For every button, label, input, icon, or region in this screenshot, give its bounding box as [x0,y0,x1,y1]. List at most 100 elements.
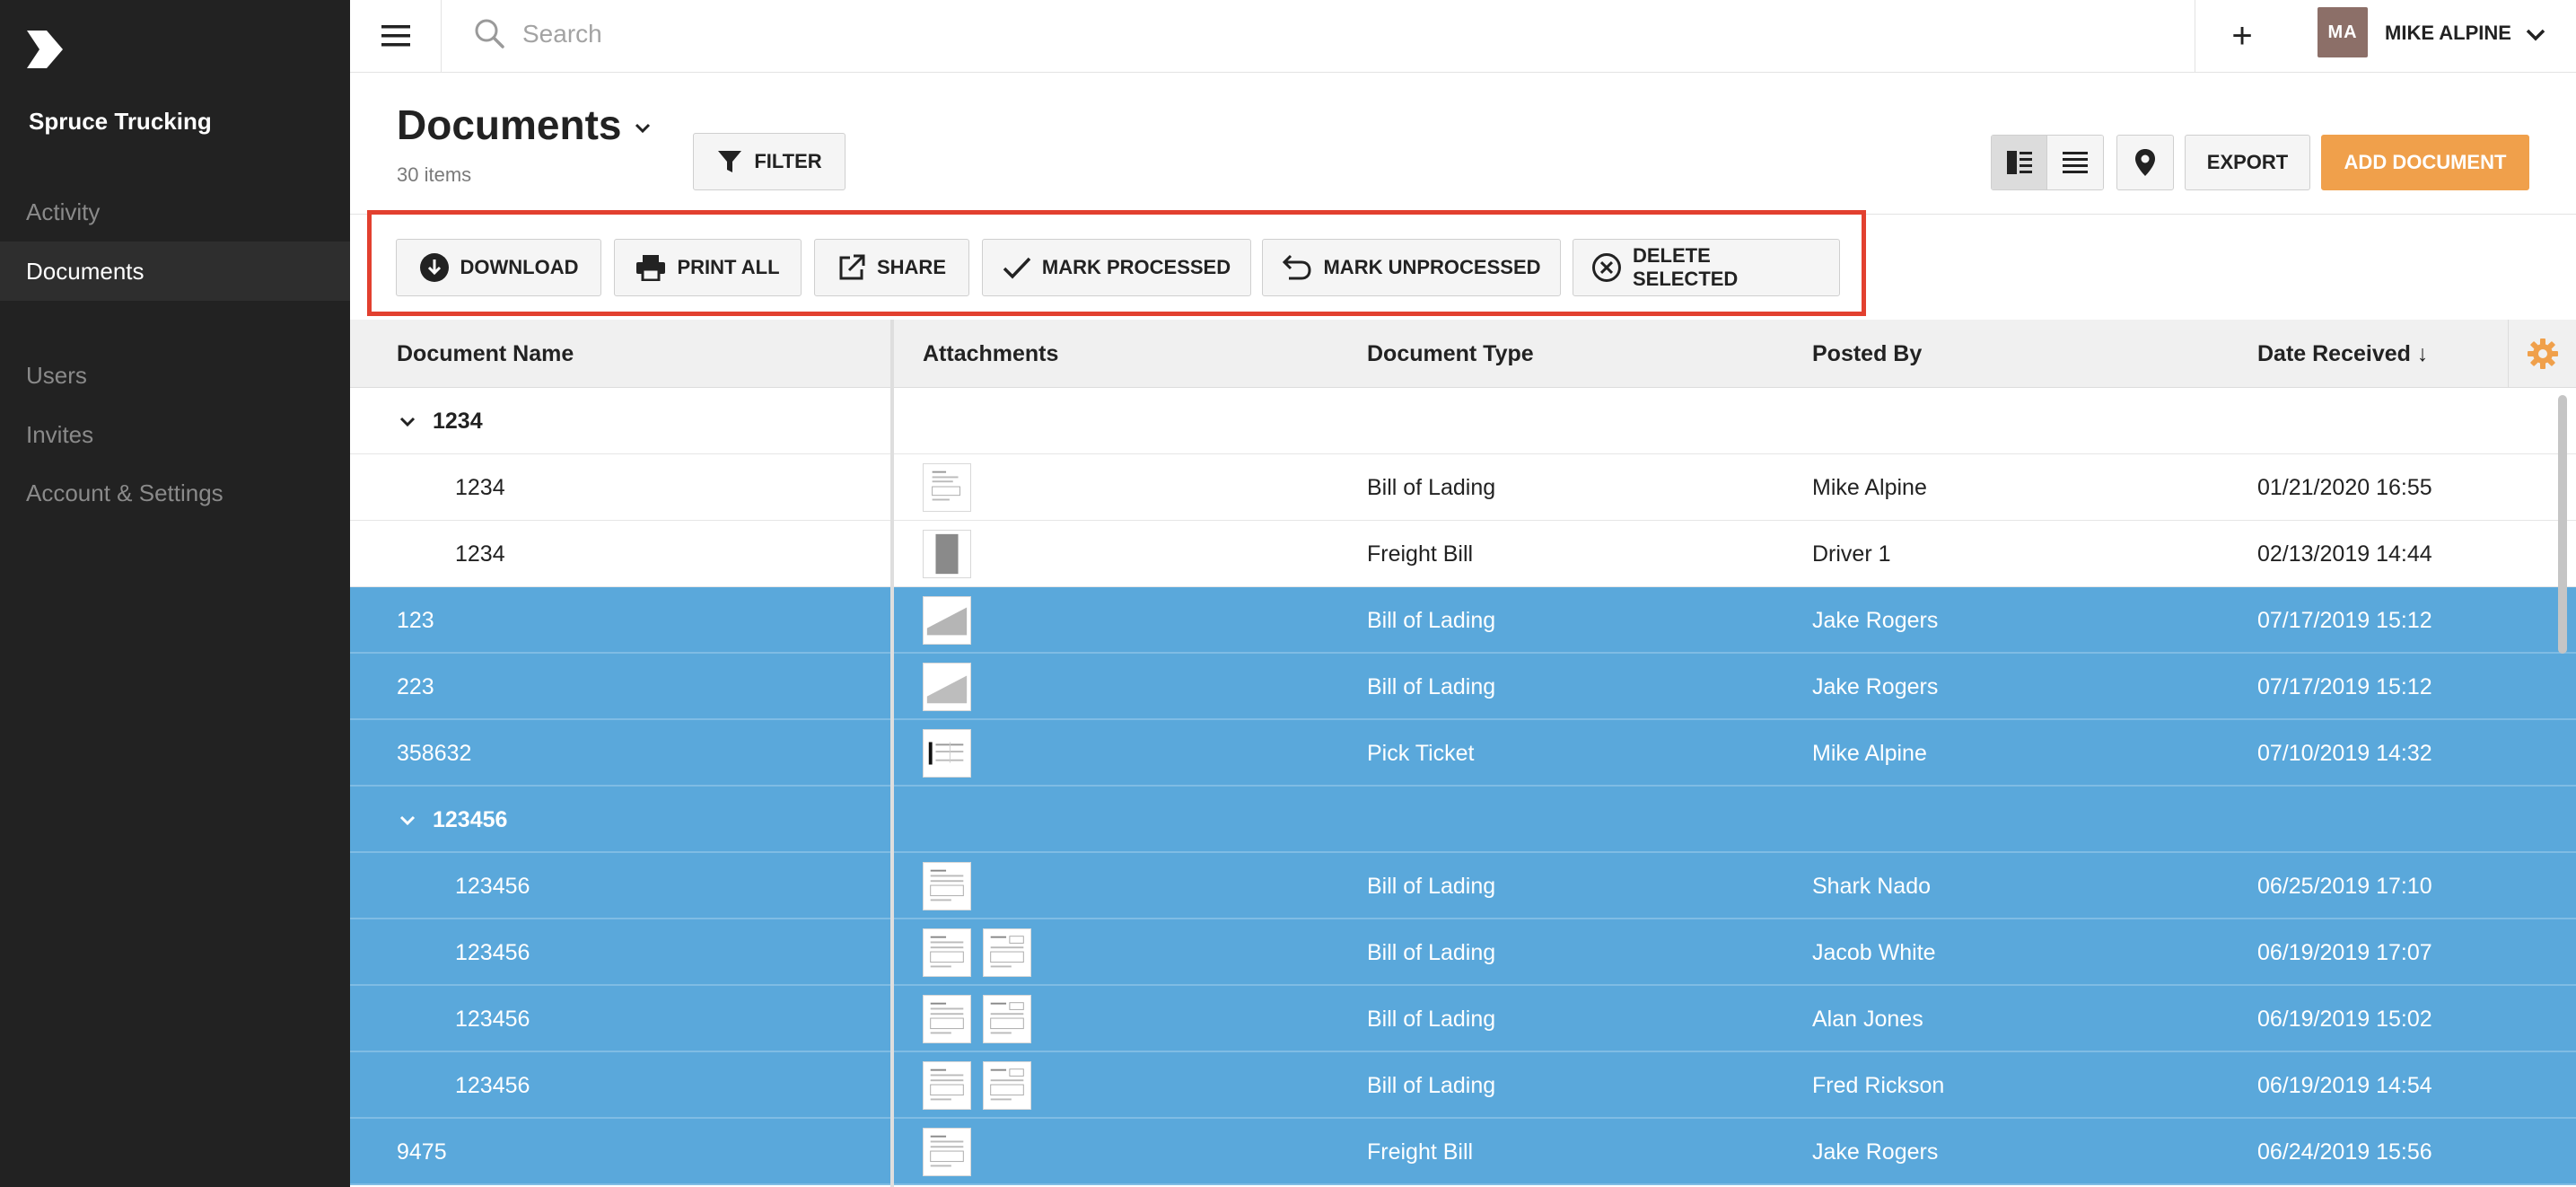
delete-selected-label: DELETE SELECTED [1632,244,1739,290]
document-name: 123456 [455,1007,530,1032]
group-row[interactable]: 1234 [350,388,2576,454]
print-all-button[interactable]: PRINT ALL [614,239,802,296]
sidebar-item-invites[interactable]: Invites [0,405,350,464]
print-all-label: PRINT ALL [677,256,780,278]
date-received: 07/10/2019 14:32 [2257,741,2432,766]
table-row[interactable]: 1234 Bill of Lading Mike Alpine 01/21/20… [350,454,2576,521]
gear-icon[interactable] [2508,320,2576,388]
mark-unprocessed-button[interactable]: MARK UNPROCESSED [1262,239,1561,296]
attachment-thumbnail[interactable] [923,663,971,711]
attachment-thumbnail[interactable] [923,530,971,578]
attachment-thumbnail[interactable] [983,1061,1031,1110]
date-received: 06/25/2019 17:10 [2257,874,2432,899]
table-row[interactable]: 223 Bill of Lading Jake Rogers 07/17/201… [350,654,2576,720]
posted-by: Fred Rickson [1812,1073,1945,1098]
posted-by: Mike Alpine [1812,741,1927,766]
page-title[interactable]: Documents [397,101,621,149]
mark-processed-button[interactable]: MARK PROCESSED [982,239,1251,296]
undo-icon [1283,254,1311,280]
table-header: Document Name Attachments Document Type … [350,320,2576,388]
posted-by: Jake Rogers [1812,608,1939,633]
table-row[interactable]: 123456 Bill of Lading Alan Jones 06/19/2… [350,986,2576,1052]
attachment-thumbnail[interactable] [923,596,971,645]
group-name: 1234 [433,409,483,434]
date-received: 07/17/2019 15:12 [2257,674,2432,699]
date-received: 06/19/2019 14:54 [2257,1073,2432,1098]
column-header-date-received[interactable]: Date Received ↓ [2257,320,2428,388]
menu-icon[interactable] [350,0,442,72]
posted-by: Shark Nado [1812,874,1932,899]
chevron-down-icon[interactable] [2524,23,2547,47]
posted-by: Jacob White [1812,940,1936,965]
column-header-attachments[interactable]: Attachments [923,320,1058,388]
sidebar-item-account-settings[interactable]: Account & Settings [0,463,350,523]
sidebar-item-users[interactable]: Users [0,346,350,405]
document-name: 1234 [455,475,505,500]
date-received: 02/13/2019 14:44 [2257,541,2432,567]
column-header-document-name[interactable]: Document Name [397,320,574,388]
attachment-thumbnail[interactable] [923,729,971,778]
table-row[interactable]: 9475 Freight Bill Jake Rogers 06/24/2019… [350,1119,2576,1185]
sidebar: Spruce Trucking Activity Documents Users… [0,0,350,1187]
attachment-thumbnail[interactable] [923,862,971,910]
export-button[interactable]: EXPORT [2185,135,2310,190]
user-name[interactable]: MIKE ALPINE [2385,22,2511,45]
table-row[interactable]: 123456 Bill of Lading Shark Nado 06/25/2… [350,853,2576,919]
app-logo-icon[interactable] [23,27,66,72]
item-count: 30 items [397,163,472,186]
share-label: SHARE [876,256,946,278]
delete-selected-button[interactable]: DELETE SELECTED [1573,239,1840,296]
chevron-down-icon[interactable] [399,812,416,830]
table-row[interactable]: 1234 Freight Bill Driver 1 02/13/2019 14… [350,521,2576,587]
list-view-icon[interactable] [2047,136,2103,189]
split-view-icon[interactable] [1992,136,2048,189]
document-type: Bill of Lading [1367,608,1496,633]
document-name: 223 [397,674,434,699]
column-header-document-type[interactable]: Document Type [1367,320,1534,388]
attachment-thumbnail[interactable] [923,1128,971,1176]
column-resize-handle[interactable] [890,320,894,1187]
download-icon [419,253,449,282]
document-type: Bill of Lading [1367,874,1496,899]
printer-icon [636,255,666,281]
mark-unprocessed-label: MARK UNPROCESSED [1323,256,1541,278]
column-header-posted-by[interactable]: Posted By [1812,320,1922,388]
mark-processed-label: MARK PROCESSED [1041,256,1231,278]
close-circle-icon [1591,253,1621,282]
filter-button[interactable]: FILTER [693,133,846,190]
add-icon[interactable]: + [2217,11,2267,61]
attachment-thumbnail[interactable] [923,463,971,512]
date-received: 01/21/2020 16:55 [2257,475,2432,500]
share-button[interactable]: SHARE [814,239,969,296]
attachment-thumbnail[interactable] [923,928,971,977]
document-type: Pick Ticket [1367,741,1475,766]
posted-by: Driver 1 [1812,541,1891,567]
avatar[interactable]: MA [2318,7,2368,57]
sidebar-item-documents[interactable]: Documents [0,242,350,301]
sidebar-item-activity[interactable]: Activity [0,182,350,242]
add-document-button[interactable]: ADD DOCUMENT [2321,135,2529,190]
document-type: Bill of Lading [1367,475,1496,500]
attachment-thumbnail[interactable] [983,928,1031,977]
search-input[interactable] [522,13,1869,56]
document-type: Bill of Lading [1367,674,1496,699]
chevron-down-icon[interactable] [632,118,653,139]
table-row[interactable]: 123 Bill of Lading Jake Rogers 07/17/201… [350,587,2576,654]
download-button[interactable]: DOWNLOAD [396,239,601,296]
group-row[interactable]: 123456 [350,787,2576,853]
table-row[interactable]: 358632 Pick Ticket Mike Alpine 07/10/201… [350,720,2576,787]
chevron-down-icon[interactable] [399,413,416,431]
table-row[interactable]: 123456 Bill of Lading Fred Rickson 06/19… [350,1052,2576,1119]
date-received: 06/19/2019 17:07 [2257,940,2432,965]
table-scrollbar[interactable] [2558,395,2567,654]
document-type: Bill of Lading [1367,1073,1496,1098]
attachment-thumbnail[interactable] [983,995,1031,1043]
posted-by: Jake Rogers [1812,674,1939,699]
table-row[interactable]: 123456 Bill of Lading Jacob White 06/19/… [350,919,2576,986]
document-name: 123 [397,608,434,633]
attachment-thumbnail[interactable] [923,1061,971,1110]
attachment-thumbnail[interactable] [923,995,971,1043]
top-bar: + MA MIKE ALPINE [350,0,2576,73]
map-pin-icon[interactable] [2116,135,2174,190]
date-received: 06/19/2019 15:02 [2257,1007,2432,1032]
